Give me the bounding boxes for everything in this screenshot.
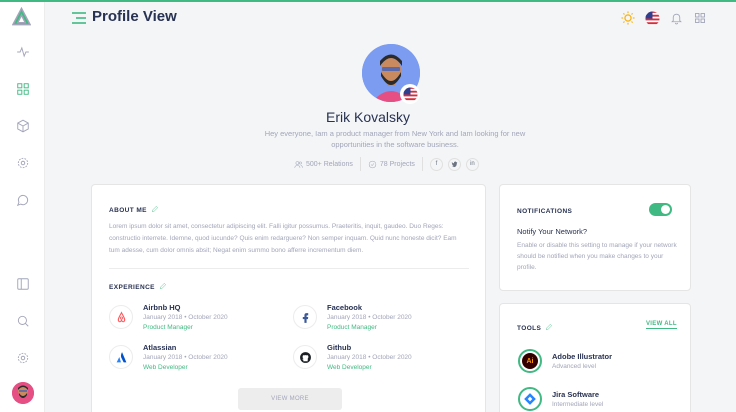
tools-card: TOOLS VIEW ALL Ai Adobe Illustrator Adva…	[499, 303, 691, 412]
sidebar-panel-icon[interactable]	[13, 274, 32, 293]
experience-item[interactable]: Facebook January 2018 • October 2020 Pro…	[293, 303, 412, 333]
facebook-icon[interactable]: f	[429, 157, 443, 171]
bell-icon[interactable]	[668, 10, 684, 26]
tools-heading: TOOLS	[517, 323, 553, 333]
profile-name: Erik Kovalsky	[325, 109, 411, 125]
about-heading: ABOUT ME	[109, 205, 159, 215]
role: Web Developer	[327, 364, 372, 371]
tools-title: TOOLS	[517, 324, 542, 332]
profile-flag-icon	[400, 84, 420, 104]
notifications-title: NOTIFICATIONS	[517, 208, 573, 215]
notify-label: Notify Your Network?	[517, 227, 588, 236]
twitter-icon[interactable]	[447, 157, 461, 171]
experience-item[interactable]: Airbnb HQ January 2018 • October 2020 Pr…	[109, 303, 228, 333]
github-icon	[293, 345, 317, 369]
about-title: ABOUT ME	[109, 206, 147, 214]
experience-heading: EXPERIENCE	[109, 282, 167, 292]
experience-item[interactable]: Github January 2018 • October 2020 Web D…	[293, 343, 412, 373]
tool-level: Intermediate level	[552, 400, 604, 408]
page-title: Profile View	[92, 8, 177, 25]
projects-count: 78 Projects	[379, 160, 415, 168]
stats-divider	[421, 157, 423, 171]
header: Profile View	[45, 2, 736, 38]
notify-description: Enable or disable this setting to manage…	[517, 242, 677, 271]
tool-level: Advanced level	[552, 362, 597, 370]
role: Web Developer	[143, 364, 188, 371]
date-range: January 2018 • October 2020	[327, 354, 412, 361]
user-avatar[interactable]	[12, 382, 34, 404]
experience-title: EXPERIENCE	[109, 283, 155, 291]
airbnb-icon	[109, 305, 133, 329]
tool-name: Jira Software	[552, 389, 600, 399]
edit-pencil-icon[interactable]	[151, 205, 159, 215]
date-range: January 2018 • October 2020	[143, 314, 228, 321]
view-more-button[interactable]: VIEW MORE	[238, 388, 342, 410]
atlassian-icon	[109, 345, 133, 369]
role: Product Manager	[327, 324, 377, 331]
notifications-card: NOTIFICATIONS Notify Your Network? Enabl…	[499, 184, 691, 291]
illustrator-icon: Ai	[518, 349, 542, 373]
tool-item[interactable]: Jira Software Intermediate level	[518, 387, 603, 411]
illustrator-glyph: Ai	[522, 353, 538, 369]
projects-stat: 78 Projects	[368, 160, 415, 169]
apps-grid-icon[interactable]	[692, 10, 708, 26]
role: Product Manager	[143, 324, 193, 331]
profile-stats: 500+ Relations 78 Projects f in	[294, 156, 484, 172]
facebook-icon	[293, 305, 317, 329]
date-range: January 2018 • October 2020	[327, 314, 412, 321]
notify-toggle[interactable]	[649, 203, 672, 216]
company-name: Airbnb HQ	[143, 303, 181, 312]
settings-icon[interactable]	[13, 153, 32, 172]
divider	[109, 268, 469, 269]
grid-icon[interactable]	[13, 79, 32, 98]
gear-icon[interactable]	[13, 348, 32, 367]
company-name: Atlassian	[143, 343, 177, 352]
search-icon[interactable]	[13, 311, 32, 330]
sidebar	[0, 2, 45, 412]
tool-item[interactable]: Ai Adobe Illustrator Advanced level	[518, 349, 612, 373]
about-card: ABOUT ME Lorem ipsum dolor sit amet, con…	[91, 184, 486, 412]
sun-icon[interactable]	[620, 10, 636, 26]
jira-icon	[518, 387, 542, 411]
linkedin-icon[interactable]: in	[465, 157, 479, 171]
profile-bio: Hey everyone, Iam a product manager from…	[264, 129, 526, 149]
about-text: Lorem ipsum dolor sit amet, consectetur …	[109, 223, 457, 254]
date-range: January 2018 • October 2020	[143, 354, 228, 361]
logo-icon[interactable]	[12, 6, 31, 26]
experience-item[interactable]: Atlassian January 2018 • October 2020 We…	[109, 343, 228, 373]
view-all-link[interactable]: VIEW ALL	[646, 321, 677, 329]
edit-pencil-icon[interactable]	[159, 282, 167, 292]
menu-icon[interactable]	[72, 11, 86, 24]
us-flag-icon[interactable]	[644, 10, 660, 26]
message-icon[interactable]	[13, 190, 32, 209]
relations-count: 500+ Relations	[306, 160, 353, 168]
users-icon	[294, 160, 303, 168]
company-name: Facebook	[327, 303, 363, 312]
company-name: Github	[327, 343, 352, 352]
edit-pencil-icon[interactable]	[545, 323, 553, 333]
tool-name: Adobe Illustrator	[552, 351, 613, 361]
check-circle-icon	[368, 160, 377, 168]
activity-icon[interactable]	[13, 42, 32, 61]
stats-divider	[359, 157, 361, 171]
relations-stat: 500+ Relations	[294, 160, 353, 169]
